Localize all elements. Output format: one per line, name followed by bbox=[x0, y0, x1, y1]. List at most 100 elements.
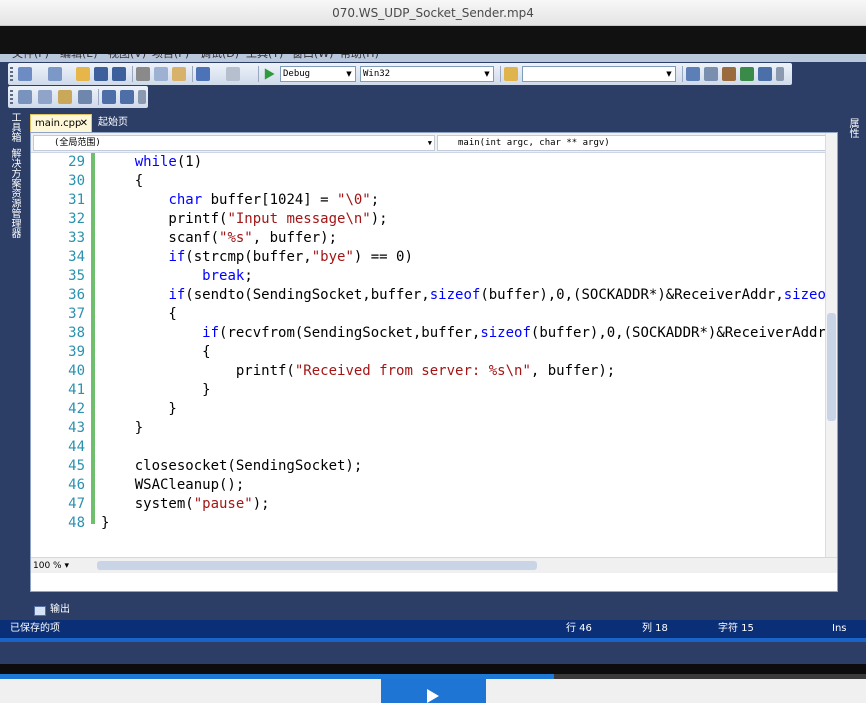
line-number: 36 bbox=[68, 287, 85, 303]
code-line[interactable]: 34 if(strcmp(buffer,"bye") == 0) bbox=[31, 248, 825, 267]
toolbar-grip[interactable] bbox=[10, 90, 13, 104]
code-line[interactable]: 37 { bbox=[31, 305, 825, 324]
function-value: main(int argc, char ** argv) bbox=[458, 138, 610, 148]
comment-lines-icon[interactable] bbox=[102, 90, 116, 104]
redo-icon[interactable] bbox=[226, 67, 240, 81]
code-token: } bbox=[101, 515, 110, 531]
code-line[interactable]: 46 WSACleanup(); bbox=[31, 476, 825, 495]
code-line[interactable]: 45 closesocket(SendingSocket); bbox=[31, 457, 825, 476]
code-editor[interactable]: (全局范围) ▼ main(int argc, char ** argv)▼ 29… bbox=[30, 132, 838, 592]
new-project-icon[interactable] bbox=[18, 67, 32, 81]
code-token: (buffer),0,(SOCKADDR*)&ReceiverAddr, bbox=[480, 287, 784, 303]
add-item-icon[interactable] bbox=[48, 67, 62, 81]
find-combo[interactable]: ▼ bbox=[522, 66, 676, 82]
zoom-select[interactable]: 100 % ▾ bbox=[33, 559, 85, 573]
code-line[interactable]: 35 break; bbox=[31, 267, 825, 286]
scope-value: (全局范围) bbox=[54, 138, 101, 148]
code-line[interactable]: 29 while(1) bbox=[31, 153, 825, 172]
string-token: "%s" bbox=[219, 230, 253, 246]
cut-icon[interactable] bbox=[136, 67, 150, 81]
status-mode: Ins bbox=[832, 623, 847, 634]
code-line[interactable]: 31 char buffer[1024] = "\0"; bbox=[31, 191, 825, 210]
code-line[interactable]: 44 bbox=[31, 438, 825, 457]
menu-item[interactable]: 调试(D) bbox=[200, 54, 239, 62]
line-number: 29 bbox=[68, 154, 85, 170]
tab-main-cpp[interactable]: main.cpp ✕ bbox=[30, 114, 92, 132]
code-text: while(1) bbox=[101, 153, 202, 172]
toolbox-icon[interactable] bbox=[722, 67, 736, 81]
menu-item[interactable]: 编辑(E) bbox=[60, 54, 98, 62]
toolbox-tab[interactable]: 工具箱 bbox=[8, 112, 20, 142]
scope-select[interactable]: (全局范围) ▼ bbox=[33, 135, 435, 151]
display-object-member-icon[interactable] bbox=[18, 90, 32, 104]
platform-value: Win32 bbox=[363, 69, 391, 79]
code-area[interactable]: 29 while(1) 30 {31 char buffer[1024] = "\… bbox=[31, 153, 825, 578]
horizontal-scrollbar[interactable]: 100 % ▾ bbox=[31, 557, 837, 573]
scroll-thumb[interactable] bbox=[97, 561, 537, 570]
code-line[interactable]: 39 { bbox=[31, 343, 825, 362]
toolbar-grip[interactable] bbox=[10, 67, 13, 81]
toolbar-options-icon[interactable] bbox=[776, 67, 784, 81]
toolbar-separator bbox=[500, 66, 501, 82]
close-icon[interactable]: ✕ bbox=[80, 115, 88, 133]
menu-item[interactable]: 文件(F) bbox=[12, 54, 49, 62]
code-line[interactable]: 36 if(sendto(SendingSocket,buffer,sizeof… bbox=[31, 286, 825, 305]
save-icon[interactable] bbox=[94, 67, 108, 81]
code-token: (buffer),0,(SOCKADDR*)&ReceiverAddr, bbox=[530, 325, 825, 341]
code-text: } bbox=[101, 400, 176, 419]
play-button[interactable] bbox=[381, 679, 486, 703]
code-token: { bbox=[101, 306, 177, 322]
solution-explorer-tab[interactable]: 解决方案资源管理器 bbox=[8, 148, 20, 238]
scroll-thumb[interactable] bbox=[827, 313, 836, 421]
code-line[interactable]: 32 printf("Input message\n"); bbox=[31, 210, 825, 229]
code-line[interactable]: 42 } bbox=[31, 400, 825, 419]
chevron-down-icon: ▼ bbox=[666, 70, 672, 78]
open-file-icon[interactable] bbox=[76, 67, 90, 81]
properties-icon[interactable] bbox=[704, 67, 718, 81]
menu-item[interactable]: 帮助(H) bbox=[340, 54, 379, 62]
toolbar-options-icon[interactable] bbox=[138, 90, 146, 104]
parameter-info-icon[interactable] bbox=[38, 90, 52, 104]
quick-info-icon[interactable] bbox=[58, 90, 72, 104]
tab-start-page[interactable]: 起始页 bbox=[94, 114, 132, 132]
vertical-scrollbar[interactable] bbox=[825, 133, 837, 557]
output-tab[interactable]: 输出 bbox=[30, 602, 70, 618]
solution-explorer-icon[interactable] bbox=[686, 67, 700, 81]
solution-config-select[interactable]: Debug ▼ bbox=[280, 66, 356, 82]
menu-item[interactable]: 项目(P) bbox=[152, 54, 189, 62]
code-line[interactable]: 47 system("pause"); bbox=[31, 495, 825, 514]
properties-tab[interactable]: 属性 bbox=[846, 118, 858, 138]
code-line[interactable]: 48} bbox=[31, 514, 825, 533]
menu-item[interactable]: 窗口(W) bbox=[292, 54, 333, 62]
start-debugging-icon[interactable] bbox=[264, 68, 275, 80]
code-token: (1) bbox=[176, 154, 203, 170]
line-number: 46 bbox=[68, 477, 85, 493]
function-select[interactable]: main(int argc, char ** argv)▼ bbox=[437, 135, 837, 151]
paste-icon[interactable] bbox=[172, 67, 186, 81]
code-line[interactable]: 40 printf("Received from server: %s\n", … bbox=[31, 362, 825, 381]
code-line[interactable]: 43 } bbox=[31, 419, 825, 438]
code-text: } bbox=[101, 514, 109, 533]
menu-item[interactable]: 视图(V) bbox=[108, 54, 146, 62]
line-number: 35 bbox=[68, 268, 85, 284]
menu-item[interactable]: 工具(T) bbox=[246, 54, 283, 62]
start-page-icon[interactable] bbox=[740, 67, 754, 81]
complete-word-icon[interactable] bbox=[78, 90, 92, 104]
standard-toolbar: Debug ▼ Win32 ▼ ▼ bbox=[8, 63, 792, 85]
solution-platform-select[interactable]: Win32 ▼ bbox=[360, 66, 494, 82]
code-token: system( bbox=[101, 496, 194, 512]
code-token: closesocket(SendingSocket); bbox=[101, 458, 363, 474]
save-all-icon[interactable] bbox=[112, 67, 126, 81]
code-line[interactable]: 33 scanf("%s", buffer); bbox=[31, 229, 825, 248]
code-text: printf("Input message\n"); bbox=[101, 210, 387, 229]
video-top-band bbox=[0, 26, 866, 54]
uncomment-lines-icon[interactable] bbox=[120, 90, 134, 104]
undo-icon[interactable] bbox=[196, 67, 210, 81]
find-in-files-icon[interactable] bbox=[504, 67, 518, 81]
code-line[interactable]: 41 } bbox=[31, 381, 825, 400]
code-line[interactable]: 38 if(recvfrom(SendingSocket,buffer,size… bbox=[31, 324, 825, 343]
code-line[interactable]: 30 { bbox=[31, 172, 825, 191]
class-view-icon[interactable] bbox=[758, 67, 772, 81]
copy-icon[interactable] bbox=[154, 67, 168, 81]
